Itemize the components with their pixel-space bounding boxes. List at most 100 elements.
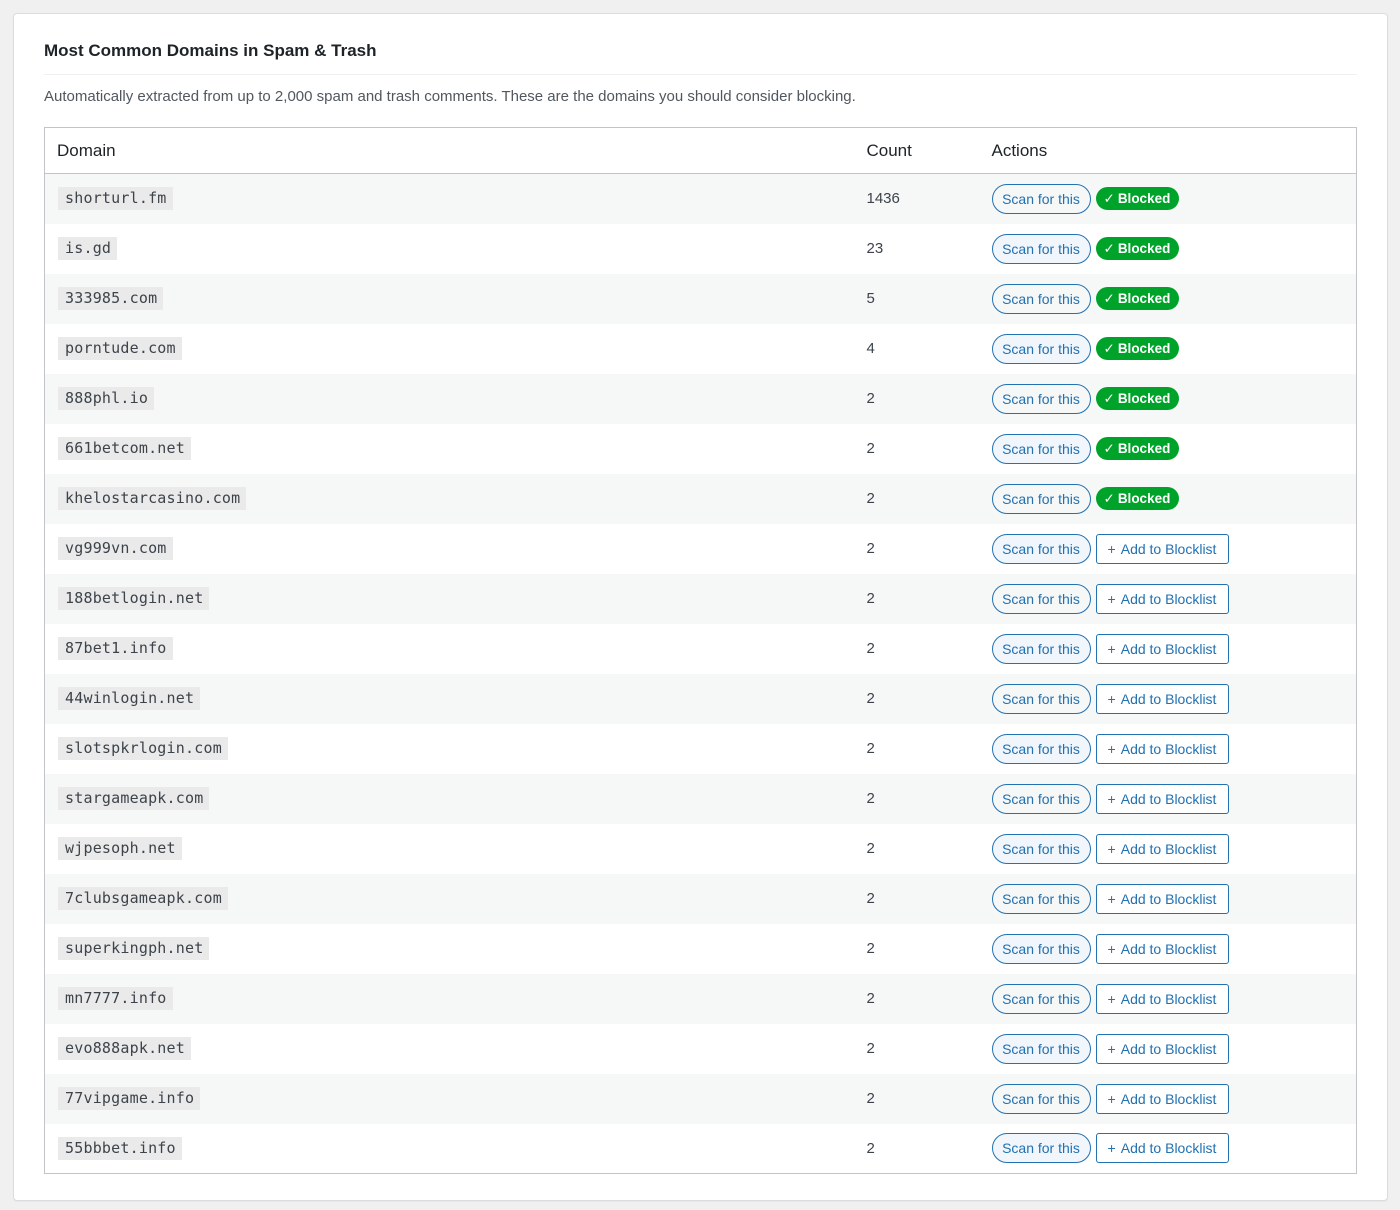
scan-for-this-button[interactable]: Scan for this xyxy=(991,933,1091,964)
domain-name: 7clubsgameapk.com xyxy=(58,887,228,910)
scan-for-this-button[interactable]: Scan for this xyxy=(991,283,1091,314)
domain-name: evo888apk.net xyxy=(58,1037,191,1060)
header-actions: Actions xyxy=(991,140,1048,160)
scan-for-this-button[interactable]: Scan for this xyxy=(991,333,1091,364)
domain-name: vg999vn.com xyxy=(58,537,173,560)
checkmark-icon: ✓ xyxy=(1103,440,1115,456)
add-to-blocklist-button[interactable]: + Add to Blocklist xyxy=(1095,1133,1229,1164)
add-to-blocklist-button[interactable]: + Add to Blocklist xyxy=(1095,833,1229,864)
domain-cell: stargameapk.com xyxy=(45,774,855,824)
blocked-badge: ✓ Blocked xyxy=(1095,187,1180,211)
actions-cell: Scan for this + Add to Blocklist xyxy=(980,774,1357,824)
actions-cell: Scan for this + Add to Blocklist xyxy=(980,924,1357,974)
plus-icon: + xyxy=(1107,790,1116,807)
domains-table: Domain Count Actions shorturl.fm 1436 Scan… xyxy=(44,127,1357,1174)
add-to-blocklist-button[interactable]: + Add to Blocklist xyxy=(1095,633,1229,664)
count-cell: 2 xyxy=(866,390,875,407)
add-to-blocklist-button[interactable]: + Add to Blocklist xyxy=(1095,1033,1229,1064)
add-to-blocklist-button[interactable]: + Add to Blocklist xyxy=(1095,583,1229,614)
domain-cell: porntude.com xyxy=(45,324,855,374)
header-row: Domain Count Actions xyxy=(44,128,1357,174)
blocked-badge: ✓ Blocked xyxy=(1095,287,1180,310)
scan-for-this-button[interactable]: Scan for this xyxy=(991,983,1091,1014)
scan-for-this-button[interactable]: Scan for this xyxy=(991,583,1091,614)
scan-for-this-button[interactable]: Scan for this xyxy=(991,1133,1091,1164)
scan-for-this-button[interactable]: Scan for this xyxy=(991,683,1091,714)
scan-for-this-button[interactable]: Scan for this xyxy=(991,533,1091,564)
plus-icon: + xyxy=(1107,540,1116,557)
scan-for-this-button[interactable]: Scan for this xyxy=(991,383,1091,414)
title-divider xyxy=(44,74,1357,75)
domain-name: shorturl.fm xyxy=(58,187,173,211)
scan-for-this-button[interactable]: Scan for this xyxy=(991,883,1091,914)
table-row: 333985.com 5 Scan for this ✓ Blocked xyxy=(44,273,1357,324)
count-cell: 2 xyxy=(866,640,875,657)
table-header: Domain Count Actions xyxy=(44,128,1357,174)
scan-for-this-button[interactable]: Scan for this xyxy=(991,633,1091,664)
count-cell: 2 xyxy=(866,690,875,707)
plus-icon: + xyxy=(1107,890,1116,907)
add-to-blocklist-label: Add to Blocklist xyxy=(1120,590,1217,607)
domain-cell: is.gd xyxy=(45,224,855,274)
scan-for-this-button[interactable]: Scan for this xyxy=(991,783,1091,814)
scan-for-this-button[interactable]: Scan for this xyxy=(991,1033,1091,1064)
add-to-blocklist-label: Add to Blocklist xyxy=(1120,1090,1217,1107)
actions-cell: Scan for this ✓ Blocked xyxy=(980,224,1357,274)
add-to-blocklist-button[interactable]: + Add to Blocklist xyxy=(1095,933,1229,964)
blocked-label: Blocked xyxy=(1117,341,1171,356)
count-cell: 2 xyxy=(866,740,875,757)
add-to-blocklist-button[interactable]: + Add to Blocklist xyxy=(1095,883,1229,914)
table-row: 87bet1.info 2 Scan for this + Add to Blockli… xyxy=(44,623,1357,674)
plus-icon: + xyxy=(1107,590,1116,607)
add-to-blocklist-button[interactable]: + Add to Blocklist xyxy=(1095,783,1229,814)
domain-cell: vg999vn.com xyxy=(45,524,855,574)
add-to-blocklist-button[interactable]: + Add to Blocklist xyxy=(1095,533,1229,564)
add-to-blocklist-button[interactable]: + Add to Blocklist xyxy=(1095,983,1229,1014)
count-cell: 2 xyxy=(866,890,875,907)
common-domains-panel: Most Common Domains in Spam & Trash Auto… xyxy=(13,13,1388,1201)
domain-cell: 44winlogin.net xyxy=(45,674,855,724)
actions-cell: Scan for this + Add to Blocklist xyxy=(980,624,1357,674)
plus-icon: + xyxy=(1107,1090,1116,1107)
scan-for-this-button[interactable]: Scan for this xyxy=(991,483,1091,514)
blocked-label: Blocked xyxy=(1117,491,1171,506)
add-to-blocklist-label: Add to Blocklist xyxy=(1120,690,1217,707)
plus-icon: + xyxy=(1107,690,1116,707)
add-to-blocklist-button[interactable]: + Add to Blocklist xyxy=(1095,733,1229,764)
blocked-badge: ✓ Blocked xyxy=(1095,237,1180,260)
domain-cell: 661betcom.net xyxy=(45,424,855,474)
add-to-blocklist-button[interactable]: + Add to Blocklist xyxy=(1095,683,1229,714)
count-cell: 2 xyxy=(866,940,875,957)
domain-name: mn7777.info xyxy=(58,987,173,1010)
blocked-label: Blocked xyxy=(1117,191,1171,207)
table-row: 44winlogin.net 2 Scan for this + Add to Bloc… xyxy=(44,673,1357,724)
domain-cell: 77vipgame.info xyxy=(45,1074,855,1124)
add-to-blocklist-label: Add to Blocklist xyxy=(1120,890,1217,907)
count-cell: 4 xyxy=(866,340,875,357)
table-row: vg999vn.com 2 Scan for this + Add to Blockli… xyxy=(44,523,1357,574)
plus-icon: + xyxy=(1107,1040,1116,1057)
scan-for-this-button[interactable]: Scan for this xyxy=(991,233,1091,264)
table-row: khelostarcasino.com 2 Scan for this ✓ Blocke… xyxy=(44,473,1357,524)
actions-cell: Scan for this ✓ Blocked xyxy=(980,474,1357,524)
scan-for-this-button[interactable]: Scan for this xyxy=(991,183,1091,214)
domain-cell: 333985.com xyxy=(45,274,855,324)
count-cell: 5 xyxy=(866,290,875,307)
add-to-blocklist-label: Add to Blocklist xyxy=(1120,790,1217,807)
scan-for-this-button[interactable]: Scan for this xyxy=(991,1083,1091,1114)
add-to-blocklist-label: Add to Blocklist xyxy=(1120,1140,1217,1157)
blocked-label: Blocked xyxy=(1117,391,1171,406)
table-row: 661betcom.net 2 Scan for this ✓ Blocked xyxy=(44,423,1357,474)
blocked-badge: ✓ Blocked xyxy=(1095,437,1180,460)
blocked-label: Blocked xyxy=(1117,441,1171,456)
plus-icon: + xyxy=(1107,740,1116,757)
checkmark-icon: ✓ xyxy=(1103,240,1115,256)
domain-name: 77vipgame.info xyxy=(58,1087,201,1110)
plus-icon: + xyxy=(1107,640,1116,657)
actions-cell: Scan for this + Add to Blocklist xyxy=(980,874,1357,924)
domain-cell: mn7777.info xyxy=(45,974,855,1024)
add-to-blocklist-button[interactable]: + Add to Blocklist xyxy=(1095,1083,1229,1114)
scan-for-this-button[interactable]: Scan for this xyxy=(991,733,1091,764)
scan-for-this-button[interactable]: Scan for this xyxy=(991,433,1091,464)
scan-for-this-button[interactable]: Scan for this xyxy=(991,833,1091,864)
